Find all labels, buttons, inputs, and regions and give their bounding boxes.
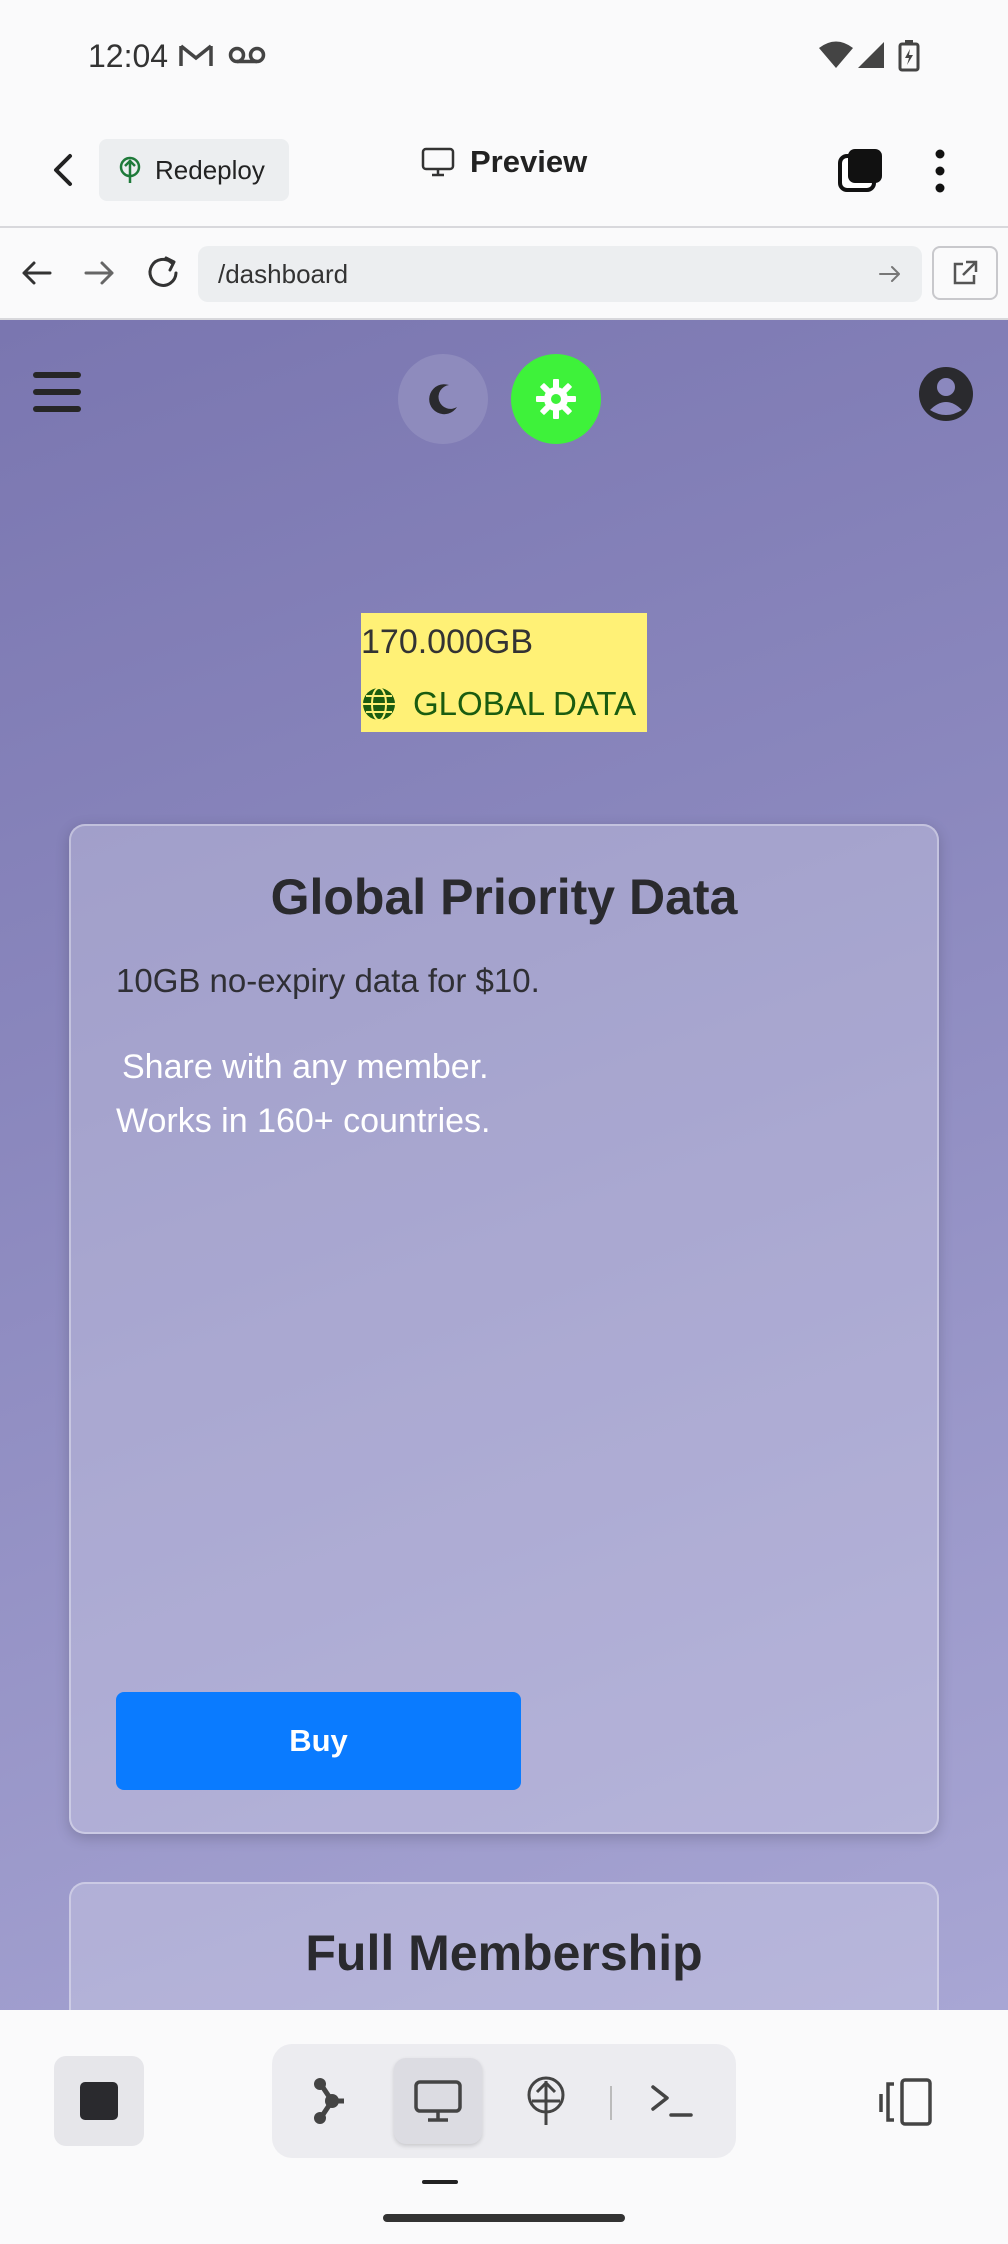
gmail-icon bbox=[179, 44, 213, 66]
wifi-icon bbox=[819, 41, 853, 68]
browser-forward-icon[interactable] bbox=[76, 250, 122, 296]
graph-tool-button[interactable] bbox=[286, 2058, 374, 2144]
tabs-icon[interactable] bbox=[836, 146, 886, 196]
data-label-row: GLOBAL DATA bbox=[361, 685, 636, 723]
global-priority-data-card: Global Priority Data 10GB no-expiry data… bbox=[69, 824, 939, 1834]
deploy-tool-button[interactable] bbox=[502, 2058, 590, 2144]
stop-icon bbox=[80, 2082, 118, 2120]
battery-icon bbox=[898, 40, 920, 72]
browser-back-icon[interactable] bbox=[14, 250, 60, 296]
data-amount: 170.000GB bbox=[361, 623, 534, 661]
back-icon[interactable] bbox=[40, 146, 88, 194]
card-description: 10GB no-expiry data for $10. bbox=[116, 962, 540, 999]
split-view-icon[interactable] bbox=[878, 2076, 938, 2130]
tool-separator bbox=[610, 2086, 612, 2120]
preview-title: Preview bbox=[420, 144, 587, 180]
card-title: Global Priority Data bbox=[270, 869, 738, 925]
card-feature-countries: Works in 160+ countries. bbox=[116, 1102, 491, 1140]
url-input[interactable]: /dashboard bbox=[198, 246, 922, 302]
app-header: Redeploy Preview bbox=[0, 116, 1008, 228]
dark-mode-toggle[interactable] bbox=[398, 354, 488, 444]
tool-switcher bbox=[272, 2044, 736, 2158]
account-icon[interactable] bbox=[918, 366, 974, 422]
external-link-icon bbox=[953, 260, 978, 285]
moon-icon bbox=[429, 384, 457, 415]
go-arrow-icon[interactable] bbox=[876, 260, 904, 288]
redeploy-label: Redeploy bbox=[155, 154, 265, 185]
web-preview: 170.000GB GLOBAL DATA Global Priority Da… bbox=[0, 320, 1008, 2010]
more-options-icon[interactable] bbox=[920, 146, 960, 196]
signal-icon bbox=[858, 42, 884, 68]
active-tab-indicator bbox=[422, 2180, 458, 2184]
card-title: Full Membership bbox=[305, 1925, 703, 1981]
home-indicator[interactable] bbox=[383, 2214, 625, 2222]
light-mode-toggle[interactable] bbox=[511, 354, 601, 444]
url-text: /dashboard bbox=[218, 258, 349, 289]
redeploy-button[interactable]: Redeploy bbox=[99, 139, 289, 201]
browser-nav-bar: /dashboard bbox=[0, 228, 1008, 320]
globe-icon bbox=[363, 687, 395, 721]
bottom-toolbar bbox=[0, 2010, 1008, 2244]
full-membership-card: Full Membership bbox=[69, 1882, 939, 2010]
graph-icon bbox=[314, 2078, 344, 2124]
terminal-icon bbox=[651, 2085, 693, 2117]
stop-button[interactable] bbox=[54, 2056, 144, 2146]
gear-icon bbox=[536, 379, 576, 419]
preview-label: Preview bbox=[470, 144, 588, 179]
reload-icon[interactable] bbox=[140, 250, 186, 296]
data-label: GLOBAL DATA bbox=[413, 685, 637, 722]
voicemail-icon bbox=[228, 46, 266, 64]
desktop-icon bbox=[421, 147, 455, 177]
terminal-tool-button[interactable] bbox=[628, 2058, 716, 2144]
deploy-icon bbox=[119, 156, 141, 183]
card-feature-share: Share with any member. bbox=[122, 1048, 489, 1086]
status-time: 12:04 bbox=[88, 38, 169, 74]
deploy-icon bbox=[527, 2076, 565, 2125]
buy-button[interactable]: Buy bbox=[116, 1692, 521, 1790]
open-external-button[interactable] bbox=[932, 246, 998, 300]
desktop-tool-button[interactable] bbox=[394, 2058, 482, 2144]
status-bar: 12:04 bbox=[0, 0, 1008, 116]
desktop-icon bbox=[414, 2080, 462, 2122]
data-balance-badge: 170.000GB GLOBAL DATA bbox=[361, 613, 647, 732]
menu-icon[interactable] bbox=[33, 372, 81, 416]
